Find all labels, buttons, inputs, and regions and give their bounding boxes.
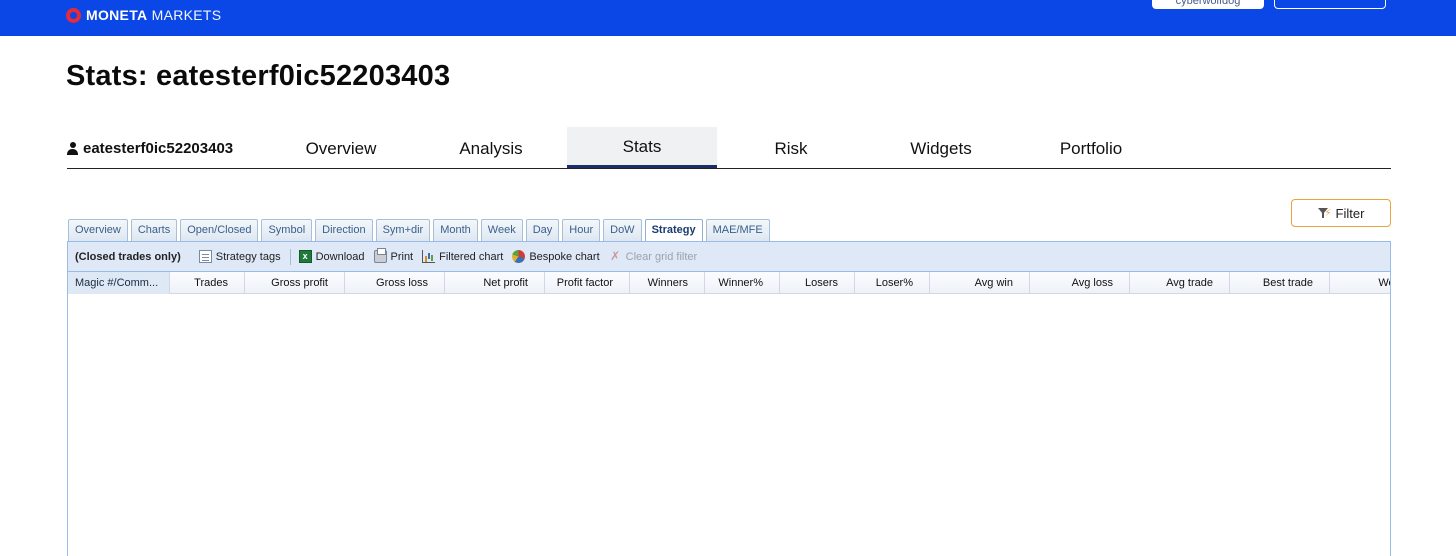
page-title: Stats: eatesterf0ic52203403 (66, 60, 451, 92)
grid-body (68, 294, 1390, 556)
tab-stats[interactable]: Stats (567, 127, 717, 168)
col-header-losers[interactable]: Losers (780, 272, 855, 294)
col-header-winner-pct[interactable]: Winner% (705, 272, 780, 294)
nav-account-name: eatesterf0ic52203403 (67, 140, 233, 157)
col-header-avg-loss[interactable]: Avg loss (1030, 272, 1130, 294)
download-label: Download (315, 250, 365, 263)
col-header-avg-trade[interactable]: Avg trade (1130, 272, 1230, 294)
subtab-week[interactable]: Week (480, 219, 523, 241)
account-menu-button[interactable]: cyberwolfdog (1152, 0, 1264, 9)
col-header-winners[interactable]: Winners (630, 272, 705, 294)
subtab-overview[interactable]: Overview (68, 219, 128, 241)
print-button[interactable]: Print (373, 248, 414, 263)
brand-logo[interactable]: MONETA MARKETS (66, 6, 221, 24)
col-header-worst-trade[interactable]: Worst t (1330, 272, 1390, 294)
subtab-charts[interactable]: Charts (130, 219, 178, 241)
subtab-month[interactable]: Month (433, 219, 478, 241)
bespoke-chart-label: Bespoke chart (529, 250, 600, 263)
bar-chart-icon (422, 250, 436, 263)
tab-analysis[interactable]: Analysis (416, 127, 566, 168)
account-menu-label: cyberwolfdog (1175, 0, 1241, 7)
col-header-best-trade[interactable]: Best trade (1230, 272, 1330, 294)
strategy-tags-label: Strategy tags (215, 250, 281, 263)
tab-overview[interactable]: Overview (266, 127, 416, 168)
stats-subtabs: Overview Charts Open/Closed Symbol Direc… (68, 219, 773, 242)
tags-list-icon (198, 250, 212, 263)
col-header-loser-pct[interactable]: Loser% (855, 272, 930, 294)
filtered-chart-label: Filtered chart (439, 250, 504, 263)
tab-risk[interactable]: Risk (716, 127, 866, 168)
brand-name-bold: MONETA (86, 7, 148, 23)
printer-icon (373, 248, 387, 263)
pie-chart-icon (512, 250, 526, 263)
person-icon (67, 142, 78, 155)
clear-grid-filter-button[interactable]: ✗ Clear grid filter (609, 249, 698, 263)
subtab-hour[interactable]: Hour (562, 219, 601, 241)
nav-account-label: eatesterf0ic52203403 (83, 140, 234, 157)
col-header-trades[interactable]: Trades (170, 272, 245, 294)
subtab-sym-dir[interactable]: Sym+dir (375, 219, 431, 241)
subtab-direction[interactable]: Direction (315, 219, 373, 241)
brand-logo-icon (66, 7, 81, 23)
col-header-gross-profit[interactable]: Gross profit (245, 272, 345, 294)
strategy-grid: (Closed trades only) Strategy tags x Dow… (67, 241, 1391, 556)
download-button[interactable]: x Download (298, 250, 365, 263)
brand-name-thin: MARKETS (147, 7, 222, 23)
col-header-net-profit[interactable]: Net profit (445, 272, 545, 294)
filtered-chart-button[interactable]: Filtered chart (422, 250, 503, 263)
tab-portfolio[interactable]: Portfolio (1016, 127, 1166, 168)
excel-icon: x (298, 250, 312, 263)
print-label: Print (390, 250, 414, 263)
header-outline-button[interactable] (1274, 0, 1386, 9)
clear-filter-icon: ✗ (610, 249, 621, 263)
col-header-avg-win[interactable]: Avg win (930, 272, 1030, 294)
closed-trades-note: (Closed trades only) (75, 250, 181, 263)
main-nav: eatesterf0ic52203403 Overview Analysis S… (67, 127, 1391, 169)
filter-button[interactable]: ⚡ Filter (1291, 199, 1391, 227)
grid-toolbar: (Closed trades only) Strategy tags x Dow… (68, 242, 1390, 272)
subtab-day[interactable]: Day (525, 219, 560, 241)
bespoke-chart-button[interactable]: Bespoke chart (512, 250, 600, 263)
subtab-open-closed[interactable]: Open/Closed (180, 219, 259, 241)
subtab-strategy[interactable]: Strategy (644, 219, 703, 242)
toolbar-separator (289, 248, 291, 265)
col-header-magic[interactable]: Magic #/Comm... (68, 272, 170, 294)
tab-widgets[interactable]: Widgets (866, 127, 1016, 168)
grid-header-row: Magic #/Comm... Trades Gross profit Gros… (68, 272, 1390, 294)
subtab-symbol[interactable]: Symbol (261, 219, 313, 241)
col-header-profit-factor[interactable]: Profit factor (545, 272, 630, 294)
strategy-tags-button[interactable]: Strategy tags (198, 250, 281, 263)
clear-grid-filter-label: Clear grid filter (625, 250, 698, 263)
top-header-bar: MONETA MARKETS cyberwolfdog (0, 0, 1456, 36)
subtab-dow[interactable]: DoW (603, 219, 642, 241)
filter-icon: ⚡ (1317, 207, 1332, 219)
filter-button-label: Filter (1335, 205, 1365, 221)
col-header-gross-loss[interactable]: Gross loss (345, 272, 445, 294)
subtab-mae-mfe[interactable]: MAE/MFE (705, 219, 770, 241)
